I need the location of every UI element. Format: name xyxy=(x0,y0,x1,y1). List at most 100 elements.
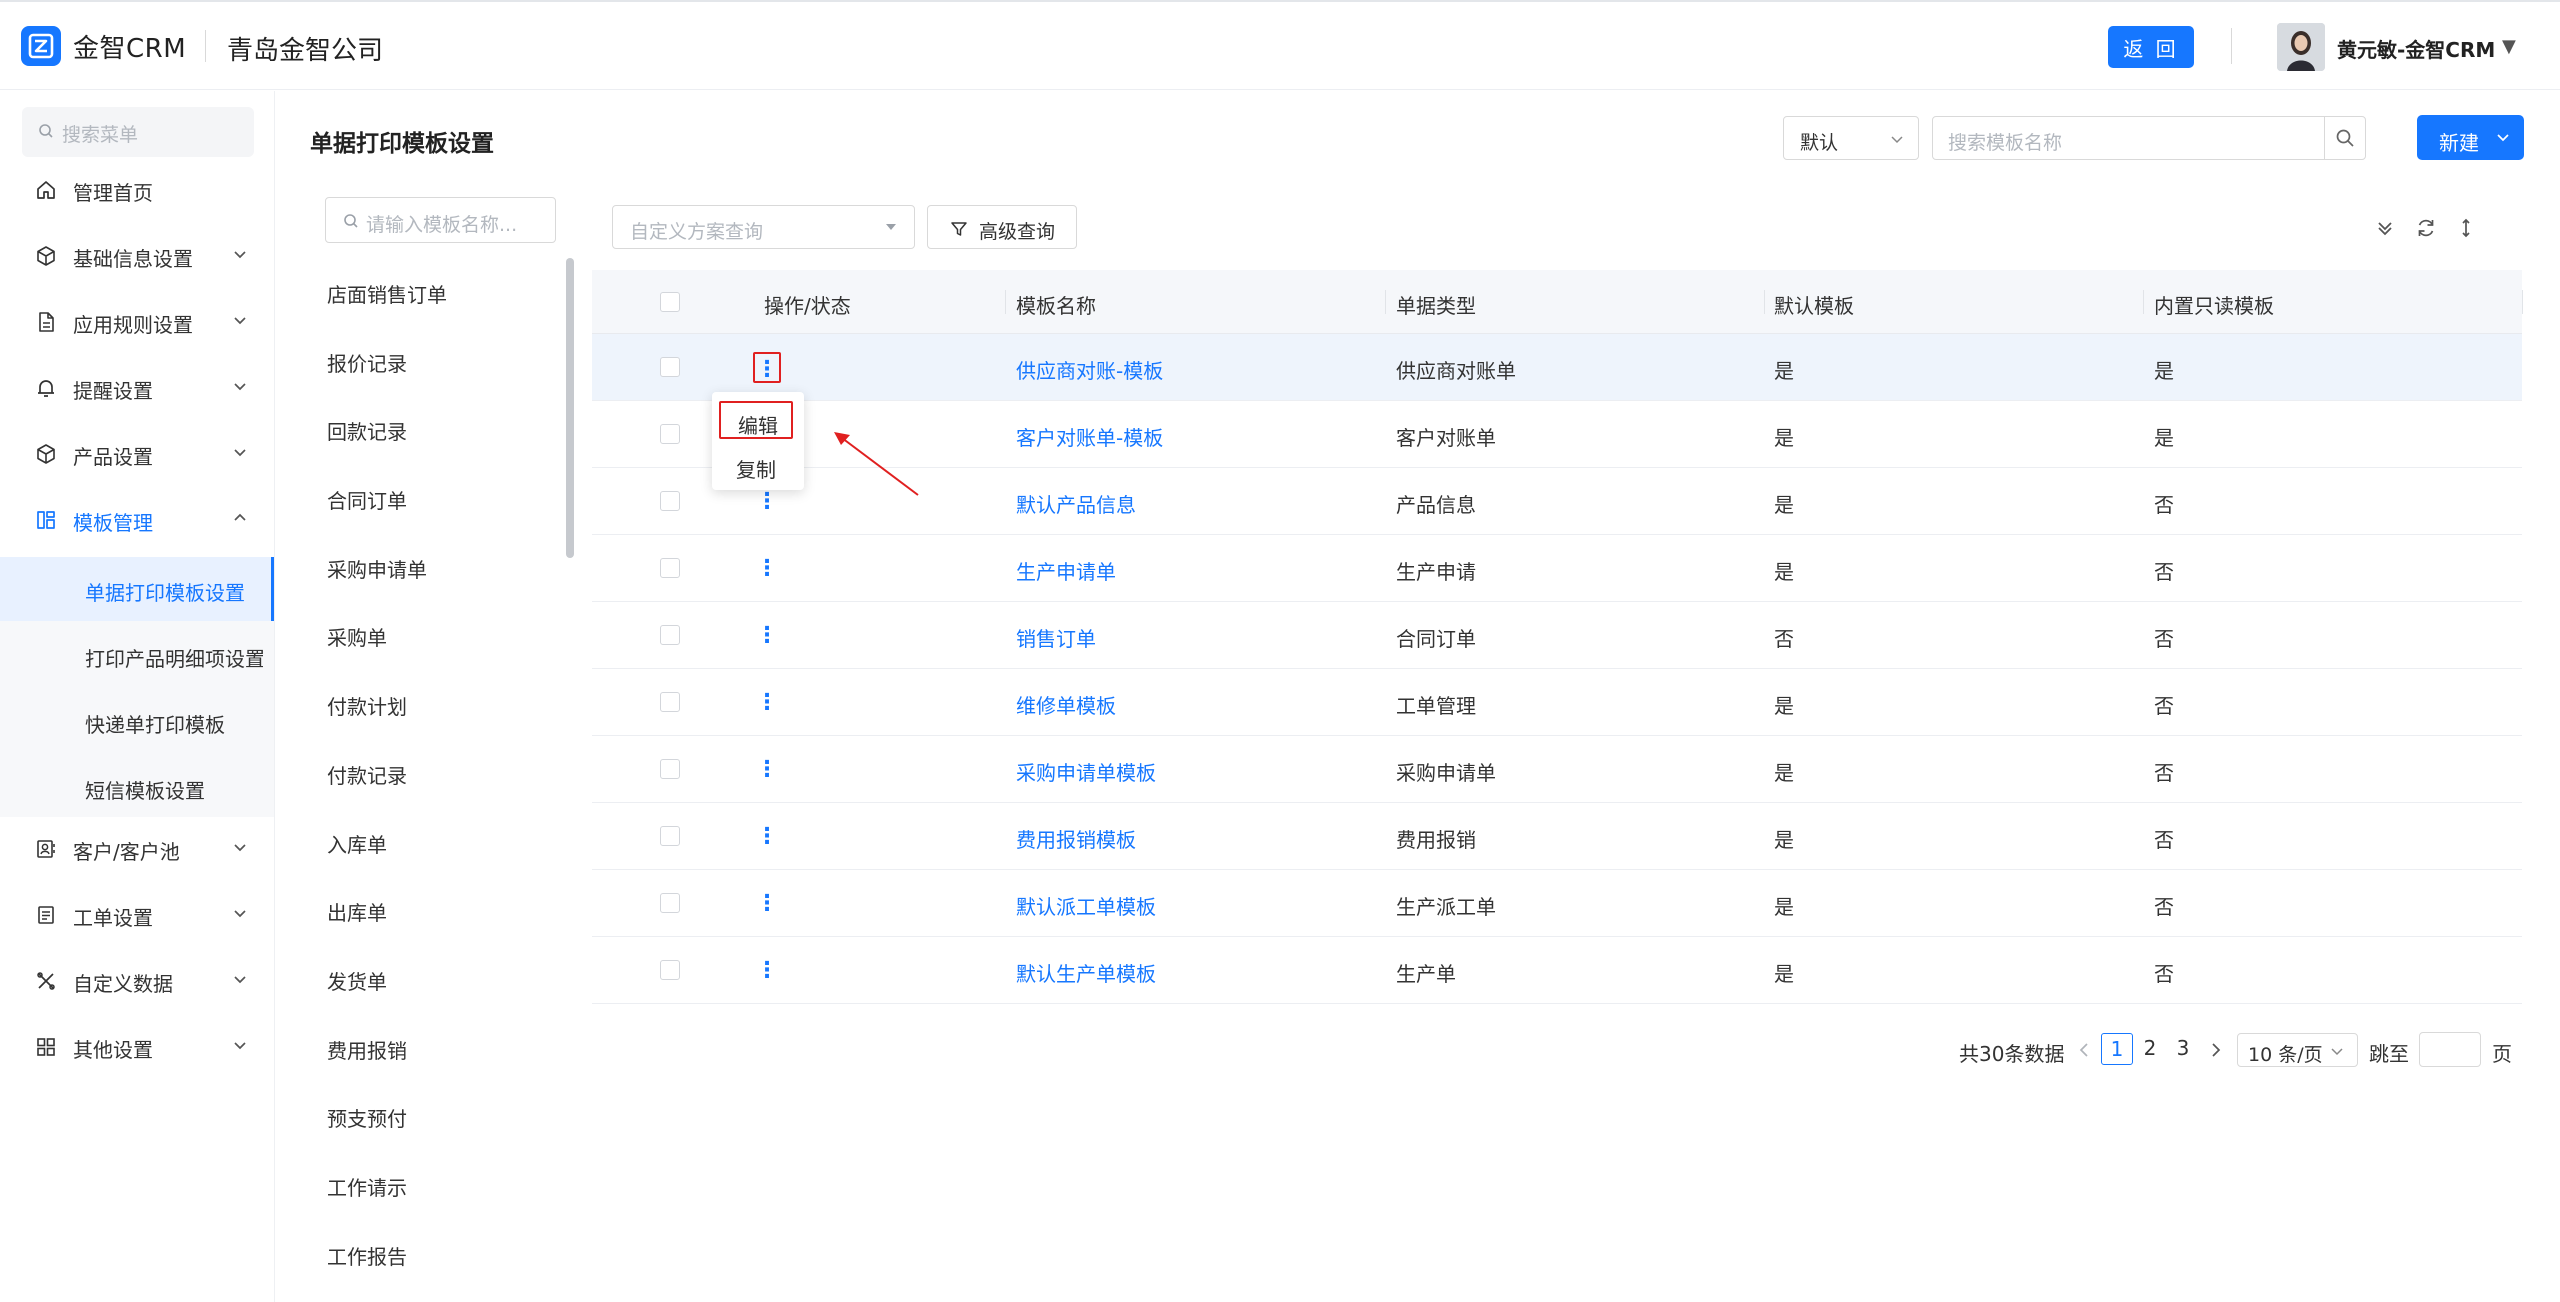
page-number-button[interactable]: 1 xyxy=(2101,1033,2133,1065)
template-name-link[interactable]: 维修单模板 xyxy=(1016,690,1116,719)
template-search-button[interactable] xyxy=(2324,116,2366,160)
template-name-link[interactable]: 生产申请单 xyxy=(1016,556,1116,585)
type-list-item[interactable]: 入库单 xyxy=(327,829,387,858)
sidebar-item-rules[interactable]: 应用规则设置 xyxy=(0,294,274,350)
table-row[interactable]: ⋮ 采购申请单模板 采购申请单 是 否 xyxy=(592,736,2522,803)
type-list-item[interactable]: 回款记录 xyxy=(327,416,407,445)
submenu-item-sms-template[interactable]: 短信模板设置 xyxy=(0,755,274,819)
type-list-item[interactable]: 付款记录 xyxy=(327,760,407,789)
template-name-link[interactable]: 默认生产单模板 xyxy=(1016,958,1156,987)
page-number-button[interactable]: 3 xyxy=(2167,1033,2199,1065)
row-checkbox[interactable] xyxy=(660,960,680,980)
edit-menu-item[interactable]: 编辑 xyxy=(719,401,793,439)
row-actions-kebab-icon[interactable]: ⋮ xyxy=(753,352,781,383)
type-search-input[interactable]: 请输入模板名称... xyxy=(325,197,556,243)
prev-page-icon[interactable] xyxy=(2076,1040,2092,1060)
row-actions-kebab-icon[interactable]: ⋮ xyxy=(753,620,781,651)
table-row[interactable]: ⋮ 生产申请单 生产申请 是 否 xyxy=(592,535,2522,602)
user-avatar[interactable] xyxy=(2277,23,2325,71)
type-list-item[interactable]: 出库单 xyxy=(327,897,387,926)
submenu-item-express-template[interactable]: 快递单打印模板 xyxy=(0,689,274,753)
brand-name: 金智CRM xyxy=(73,34,187,64)
row-actions-kebab-icon[interactable]: ⋮ xyxy=(753,888,781,919)
page-jump-input[interactable] xyxy=(2419,1032,2481,1067)
row-actions-kebab-icon[interactable]: ⋮ xyxy=(753,687,781,718)
copy-menu-item[interactable]: 复制 xyxy=(736,454,776,483)
template-name-link[interactable]: 默认产品信息 xyxy=(1016,489,1136,518)
template-name-link[interactable]: 费用报销模板 xyxy=(1016,824,1136,853)
template-search-input[interactable]: 搜索模板名称 xyxy=(1932,116,2325,160)
template-name-link[interactable]: 客户对账单-模板 xyxy=(1016,422,1163,451)
submenu-item-print-template[interactable]: 单据打印模板设置 xyxy=(0,557,274,621)
row-actions-kebab-icon[interactable]: ⋮ xyxy=(753,955,781,986)
select-all-checkbox[interactable] xyxy=(660,292,680,312)
row-checkbox[interactable] xyxy=(660,558,680,578)
row-checkbox[interactable] xyxy=(660,759,680,779)
row-actions-kebab-icon[interactable]: ⋮ xyxy=(753,821,781,852)
row-checkbox[interactable] xyxy=(660,424,680,444)
sidebar-item-workorder[interactable]: 工单设置 xyxy=(0,887,274,943)
custom-scheme-select[interactable]: 自定义方案查询 xyxy=(612,205,915,249)
custom-scheme-placeholder: 自定义方案查询 xyxy=(630,221,764,243)
table-row[interactable]: ⋮ 销售订单 合同订单 否 否 xyxy=(592,602,2522,669)
submenu-item-product-detail[interactable]: 打印产品明细项设置 xyxy=(0,623,274,687)
column-height-icon[interactable] xyxy=(2454,216,2478,240)
row-actions-kebab-icon[interactable]: ⋮ xyxy=(753,553,781,584)
table-row[interactable]: ⋮ 费用报销模板 费用报销 是 否 xyxy=(592,803,2522,870)
type-list-item[interactable]: 店面销售订单 xyxy=(327,279,447,308)
type-list-item[interactable]: 工作报告 xyxy=(327,1241,407,1270)
cube-icon xyxy=(37,246,55,266)
row-actions-kebab-icon[interactable]: ⋮ xyxy=(753,486,781,517)
type-list-item[interactable]: 报价记录 xyxy=(327,348,407,377)
back-button[interactable]: 返 回 xyxy=(2108,26,2194,68)
page-number-button[interactable]: 2 xyxy=(2134,1033,2166,1065)
type-list-item[interactable]: 工作请示 xyxy=(327,1172,407,1201)
sidebar-item-home[interactable]: 管理首页 xyxy=(0,162,274,218)
type-list-item[interactable]: 采购申请单 xyxy=(327,554,427,583)
template-name-link[interactable]: 销售订单 xyxy=(1016,623,1096,652)
cell-readonly: 否 xyxy=(2154,962,2174,986)
row-checkbox[interactable] xyxy=(660,692,680,712)
type-list-item[interactable]: 预支预付 xyxy=(327,1103,407,1132)
template-name-link[interactable]: 采购申请单模板 xyxy=(1016,757,1156,786)
table-row[interactable]: ⋮ 默认生产单模板 生产单 是 否 xyxy=(592,937,2522,1004)
template-name-link[interactable]: 默认派工单模板 xyxy=(1016,891,1156,920)
type-list-item[interactable]: 费用报销 xyxy=(327,1035,407,1064)
sidebar-item-basic-info[interactable]: 基础信息设置 xyxy=(0,228,274,284)
default-filter-select[interactable]: 默认 xyxy=(1783,116,1919,160)
sidebar-item-product[interactable]: 产品设置 xyxy=(0,426,274,482)
collapse-double-chevron-icon[interactable] xyxy=(2373,216,2397,240)
user-menu-caret-icon[interactable]: ▼ xyxy=(2502,36,2516,57)
cell-readonly: 否 xyxy=(2154,493,2174,517)
type-list-scrollbar[interactable] xyxy=(566,258,574,558)
row-checkbox[interactable] xyxy=(660,357,680,377)
new-template-button[interactable]: 新建 xyxy=(2417,115,2524,160)
row-checkbox[interactable] xyxy=(660,893,680,913)
cell-default: 是 xyxy=(1774,426,1794,450)
page-size-select[interactable]: 10 条/页 xyxy=(2237,1033,2358,1067)
type-list-item[interactable]: 付款计划 xyxy=(327,691,407,720)
row-checkbox[interactable] xyxy=(660,625,680,645)
type-list-item[interactable]: 合同订单 xyxy=(327,485,407,514)
table-row[interactable]: ⋮ 维修单模板 工单管理 是 否 xyxy=(592,669,2522,736)
row-actions-kebab-icon[interactable]: ⋮ xyxy=(753,754,781,785)
table-row[interactable]: ⋮ 默认派工单模板 生产派工单 是 否 xyxy=(592,870,2522,937)
row-checkbox[interactable] xyxy=(660,826,680,846)
search-icon xyxy=(2336,129,2354,147)
sidebar-item-custom-data[interactable]: 自定义数据 xyxy=(0,953,274,1009)
sidebar-item-template-management[interactable]: 模板管理 xyxy=(0,492,274,548)
user-name[interactable]: 黄元敏-金智CRM xyxy=(2337,34,2495,63)
refresh-icon[interactable] xyxy=(2414,216,2438,240)
new-button-label: 新建 xyxy=(2439,131,2479,155)
sidebar-item-customer[interactable]: 客户/客户池 xyxy=(0,821,274,877)
template-name-link[interactable]: 供应商对账-模板 xyxy=(1016,355,1163,384)
table-row[interactable]: ⋮ 供应商对账-模板 供应商对账单 是 是 xyxy=(592,334,2522,401)
advanced-query-button[interactable]: 高级查询 xyxy=(927,205,1077,249)
row-checkbox[interactable] xyxy=(660,491,680,511)
type-list-item[interactable]: 发货单 xyxy=(327,966,387,995)
next-page-icon[interactable] xyxy=(2208,1040,2224,1060)
type-list-item[interactable]: 采购单 xyxy=(327,622,387,651)
sidebar-item-other[interactable]: 其他设置 xyxy=(0,1019,274,1075)
sidebar-item-reminder[interactable]: 提醒设置 xyxy=(0,360,274,416)
menu-search-input[interactable]: 搜索菜单 xyxy=(22,107,254,157)
